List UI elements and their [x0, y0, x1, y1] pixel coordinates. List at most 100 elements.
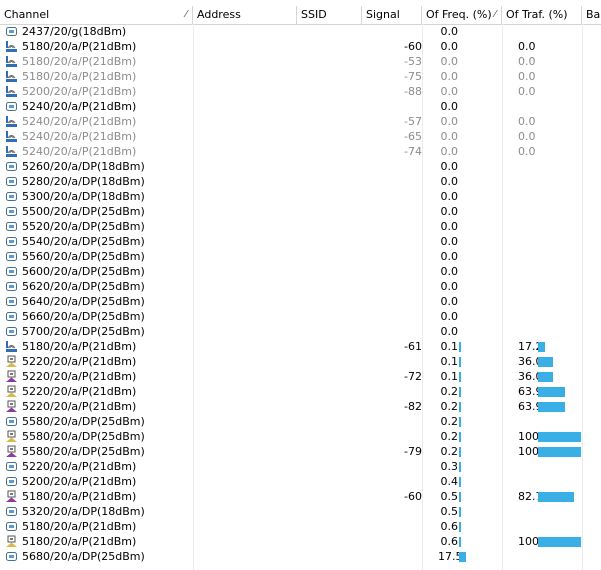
table-row[interactable]: 5180/20/a/P(21dBm) -61 0.1 17.2 — [0, 339, 601, 354]
table-row[interactable]: 5220/20/a/P(21dBm) 0.1 36.0 — [0, 354, 601, 369]
ssid-cell — [297, 129, 362, 144]
of-freq-cell: 0.0 — [422, 159, 502, 174]
table-row[interactable]: 5500/20/a/DP(25dBm) 0.0 — [0, 204, 601, 219]
address-cell — [193, 264, 297, 279]
channel-text: 5220/20/a/P(21dBm) — [22, 355, 137, 368]
table-row[interactable]: 5280/20/a/DP(18dBm) 0.0 — [0, 174, 601, 189]
table-row[interactable]: 5560/20/a/DP(25dBm) 0.0 — [0, 249, 601, 264]
table-row[interactable]: 5600/20/a/DP(25dBm) 0.0 — [0, 264, 601, 279]
of-freq-cell: 0.0 — [422, 144, 502, 159]
band-cell — [582, 504, 601, 519]
column-header-channel[interactable]: Channel ⁄ — [0, 6, 193, 24]
of-freq-cell: 17.5 — [422, 549, 502, 564]
address-cell — [193, 84, 297, 99]
of-traf-bar — [538, 372, 553, 382]
channel-text: 5180/20/a/P(21dBm) — [22, 55, 137, 68]
table-row[interactable]: 5220/20/a/P(21dBm) 0.2 63.9 — [0, 384, 601, 399]
ssid-cell — [297, 309, 362, 324]
sort-handle-icon: ⁄ — [185, 9, 187, 20]
table-row[interactable]: 5580/20/a/DP(25dBm) 0.2 — [0, 414, 601, 429]
of-freq-bar — [459, 537, 461, 547]
column-header-band[interactable]: Ban — [582, 6, 601, 24]
table-row[interactable]: 5660/20/a/DP(25dBm) 0.0 — [0, 309, 601, 324]
column-header-band-label: Ban — [586, 8, 601, 21]
of-freq-value: 0.4 — [440, 475, 459, 488]
of-freq-cell: 0.0 — [422, 204, 502, 219]
table-row[interactable]: 5180/20/a/P(21dBm) -75 0.0 0.0 — [0, 69, 601, 84]
table-row[interactable]: 5240/20/a/P(21dBm) -74 0.0 0.0 — [0, 144, 601, 159]
table-row[interactable]: 5240/20/a/P(21dBm) 0.0 — [0, 99, 601, 114]
table-row[interactable]: 5300/20/a/DP(18dBm) 0.0 — [0, 189, 601, 204]
of-freq-bar — [459, 447, 461, 457]
ssid-cell — [297, 69, 362, 84]
table-row[interactable]: 5200/20/a/P(21dBm) -88 0.0 0.0 — [0, 84, 601, 99]
of-traf-cell: 0.0 — [502, 39, 582, 54]
address-cell — [193, 414, 297, 429]
table-row[interactable]: 5180/20/a/P(21dBm) -60 0.0 0.0 — [0, 39, 601, 54]
of-traf-value: 0.0 — [518, 40, 536, 53]
ssid-cell — [297, 534, 362, 549]
of-freq-value: 0.0 — [440, 235, 459, 248]
table-row[interactable]: 5580/20/a/DP(25dBm) 0.2 100.0 — [0, 429, 601, 444]
of-traf-cell — [502, 294, 582, 309]
table-row[interactable]: 2437/20/g(18dBm) 0.0 — [0, 24, 601, 39]
channel-cell: 2437/20/g(18dBm) — [0, 24, 193, 39]
of-freq-cell: 0.1 — [422, 369, 502, 384]
band-cell — [582, 144, 601, 159]
column-header-address[interactable]: Address — [193, 6, 297, 24]
of-freq-bar — [459, 342, 461, 352]
column-header-signal[interactable]: Signal — [362, 6, 422, 24]
band-cell — [582, 444, 601, 459]
ssid-cell — [297, 174, 362, 189]
channel-text: 5180/20/a/P(21dBm) — [22, 490, 137, 503]
of-freq-cell: 0.0 — [422, 294, 502, 309]
of-traf-value: 36.0 — [518, 370, 543, 383]
signal-cell — [362, 309, 422, 324]
table-row[interactable]: 5520/20/a/DP(25dBm) 0.0 — [0, 219, 601, 234]
table-row[interactable]: 5180/20/a/P(21dBm) -53 0.0 0.0 — [0, 54, 601, 69]
table-row[interactable]: 5680/20/a/DP(25dBm) 17.5 — [0, 549, 601, 564]
channel-cell: 5180/20/a/P(21dBm) — [0, 489, 193, 504]
table-row[interactable]: 5240/20/a/P(21dBm) -65 0.0 0.0 — [0, 129, 601, 144]
ssid-cell — [297, 369, 362, 384]
of-traf-bar — [538, 537, 581, 547]
address-cell — [193, 99, 297, 114]
band-cell — [582, 474, 601, 489]
of-freq-cell: 0.0 — [422, 114, 502, 129]
channel-text: 5200/20/a/P(21dBm) — [22, 475, 137, 488]
table-row[interactable]: 5320/20/a/DP(18dBm) 0.5 — [0, 504, 601, 519]
table-row[interactable]: 5640/20/a/DP(25dBm) 0.0 — [0, 294, 601, 309]
of-traf-bar — [538, 447, 581, 457]
signal-cell: -74 — [404, 145, 422, 158]
table-row[interactable]: 5240/20/a/P(21dBm) -57 0.0 0.0 — [0, 114, 601, 129]
table-row[interactable]: 5200/20/a/P(21dBm) 0.4 — [0, 474, 601, 489]
address-cell — [193, 219, 297, 234]
ssid-cell — [297, 279, 362, 294]
table-row[interactable]: 5700/20/a/DP(25dBm) 0.0 — [0, 324, 601, 339]
table-row[interactable]: 5180/20/a/P(21dBm) 0.6 — [0, 519, 601, 534]
table-row[interactable]: 5220/20/a/P(21dBm) -82 0.2 63.9 — [0, 399, 601, 414]
channel-text: 5320/20/a/DP(18dBm) — [22, 505, 145, 518]
of-freq-value: 0.0 — [440, 280, 459, 293]
column-header-of-freq[interactable]: Of Freq. (%) ⁄ — [422, 6, 502, 24]
column-header-of-traf[interactable]: Of Traf. (%) — [502, 6, 582, 24]
table-row[interactable]: 5540/20/a/DP(25dBm) 0.0 — [0, 234, 601, 249]
table-row[interactable]: 5580/20/a/DP(25dBm) -79 0.2 100.0 — [0, 444, 601, 459]
column-header-ssid[interactable]: SSID — [297, 6, 362, 24]
table-row[interactable]: 5220/20/a/P(21dBm) 0.3 — [0, 459, 601, 474]
table-row[interactable]: 5220/20/a/P(21dBm) -72 0.1 36.0 — [0, 369, 601, 384]
address-cell — [193, 549, 297, 564]
table-row[interactable]: 5180/20/a/P(21dBm) 0.6 100.0 — [0, 534, 601, 549]
of-freq-cell: 0.0 — [422, 324, 502, 339]
table-row[interactable]: 5260/20/a/DP(18dBm) 0.0 — [0, 159, 601, 174]
of-freq-cell: 0.0 — [422, 54, 502, 69]
table-row[interactable]: 5620/20/a/DP(25dBm) 0.0 — [0, 279, 601, 294]
signal-cell: -53 — [404, 55, 422, 68]
of-traf-value: 100.0 — [518, 535, 550, 548]
ssid-cell — [297, 189, 362, 204]
of-traf-bar — [538, 357, 553, 367]
of-freq-cell: 0.1 — [422, 339, 502, 354]
table-row[interactable]: 5180/20/a/P(21dBm) -60 0.5 82.7 — [0, 489, 601, 504]
address-cell — [193, 39, 297, 54]
of-freq-cell: 0.0 — [422, 39, 502, 54]
